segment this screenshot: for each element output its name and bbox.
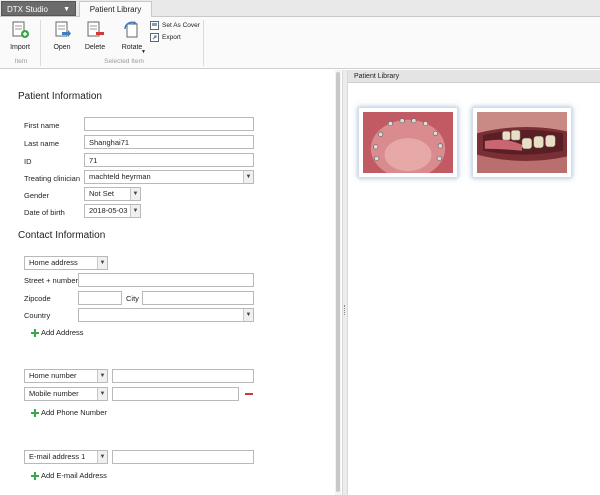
street-label: Street + number bbox=[24, 276, 78, 285]
city-field[interactable] bbox=[142, 291, 254, 305]
first-name-field[interactable] bbox=[84, 117, 254, 131]
set-as-cover-button[interactable]: Set As Cover bbox=[150, 20, 200, 31]
treating-clinician-value: machteld heyrman bbox=[89, 172, 151, 181]
ribbon-divider bbox=[203, 20, 204, 66]
country-select[interactable]: ▼ bbox=[78, 308, 254, 322]
gender-label: Gender bbox=[24, 191, 50, 200]
chevron-down-icon: ▼ bbox=[63, 6, 70, 13]
dental-photo-intraoral bbox=[477, 112, 567, 173]
delete-button[interactable]: Delete bbox=[83, 21, 107, 51]
chevron-down-icon: ▼ bbox=[130, 188, 140, 200]
rotate-button[interactable]: Rotate ▼ bbox=[117, 21, 147, 55]
import-label: Import bbox=[10, 44, 30, 51]
top-tab-bar: DTX Studio Implant ▼ Patient Library bbox=[0, 0, 600, 29]
plus-icon bbox=[31, 472, 39, 480]
open-label: Open bbox=[53, 44, 71, 51]
delete-icon bbox=[87, 21, 104, 37]
country-label: Country bbox=[24, 311, 51, 320]
email-type-select[interactable]: E-mail address 1 ▼ bbox=[24, 450, 108, 464]
add-phone-number-label: Add Phone Number bbox=[41, 408, 107, 417]
email-field[interactable] bbox=[112, 450, 254, 464]
library-thumbnail[interactable] bbox=[472, 107, 572, 178]
chevron-down-icon: ▼ bbox=[243, 171, 253, 183]
chevron-down-icon: ▼ bbox=[97, 388, 107, 400]
zipcode-field[interactable] bbox=[78, 291, 122, 305]
add-address-label: Add Address bbox=[41, 328, 84, 337]
group-label-selected-item: Selected Item bbox=[104, 58, 144, 65]
gender-value: Not Set bbox=[89, 189, 115, 198]
zipcode-label: Zipcode bbox=[24, 294, 51, 303]
export-icon bbox=[150, 33, 159, 42]
plus-icon bbox=[31, 409, 39, 417]
id-field[interactable] bbox=[84, 153, 254, 167]
rotate-icon bbox=[124, 21, 138, 38]
grip-icon bbox=[344, 305, 346, 315]
export-label: Export bbox=[162, 34, 181, 41]
cover-icon bbox=[150, 21, 159, 30]
library-thumbnail[interactable] bbox=[358, 107, 458, 178]
add-address-button[interactable]: Add Address bbox=[31, 328, 84, 338]
add-email-address-button[interactable]: Add E-mail Address bbox=[31, 471, 107, 481]
plus-icon bbox=[31, 329, 39, 337]
treating-clinician-select[interactable]: machteld heyrman ▼ bbox=[84, 170, 254, 184]
app-menu-button[interactable]: DTX Studio Implant ▼ bbox=[1, 1, 76, 29]
rotate-dropdown-icon[interactable]: ▼ bbox=[141, 49, 146, 55]
first-name-label: First name bbox=[24, 121, 60, 130]
home-number-field[interactable] bbox=[112, 369, 254, 383]
city-label: City bbox=[126, 294, 139, 303]
calendar-dropdown-icon: ▼ bbox=[130, 205, 140, 217]
phone-type-value-2: Mobile number bbox=[29, 389, 79, 398]
contact-information-heading: Contact Information bbox=[18, 230, 106, 241]
group-label-item: Item bbox=[14, 58, 28, 65]
import-icon bbox=[12, 21, 29, 38]
ribbon-divider bbox=[40, 20, 41, 66]
chevron-down-icon: ▼ bbox=[97, 257, 107, 269]
chevron-down-icon: ▼ bbox=[97, 370, 107, 382]
ribbon-toolbar: Import Item Open Delete Rotate ▼ Set As … bbox=[0, 17, 600, 69]
chevron-down-icon: ▼ bbox=[97, 451, 107, 463]
last-name-label: Last name bbox=[24, 139, 60, 148]
gender-select[interactable]: Not Set ▼ bbox=[84, 187, 141, 201]
delete-label: Delete bbox=[84, 44, 106, 51]
date-of-birth-picker[interactable]: 2018-05-03 ▼ bbox=[84, 204, 141, 218]
remove-phone-icon[interactable] bbox=[245, 393, 253, 395]
patient-information-heading: Patient Information bbox=[18, 91, 102, 102]
phone-type-select-2[interactable]: Mobile number ▼ bbox=[24, 387, 108, 401]
email-type-value: E-mail address 1 bbox=[29, 452, 86, 461]
chevron-down-icon: ▼ bbox=[243, 309, 253, 321]
id-label: ID bbox=[24, 157, 32, 166]
add-email-address-label: Add E-mail Address bbox=[41, 471, 107, 480]
treating-clinician-label: Treating clinician bbox=[24, 174, 80, 183]
export-button[interactable]: Export bbox=[150, 32, 181, 43]
set-as-cover-label: Set As Cover bbox=[162, 22, 200, 29]
open-icon bbox=[55, 21, 71, 37]
date-of-birth-value: 2018-05-03 bbox=[89, 206, 128, 215]
date-of-birth-label: Date of birth bbox=[24, 208, 65, 217]
patient-library-header: Patient Library bbox=[348, 70, 600, 83]
phone-type-select-1[interactable]: Home number ▼ bbox=[24, 369, 108, 383]
phone-type-value-1: Home number bbox=[29, 371, 77, 380]
address-type-select[interactable]: Home address ▼ bbox=[24, 256, 108, 270]
scrollbar-thumb[interactable] bbox=[336, 72, 340, 492]
address-type-value: Home address bbox=[29, 258, 78, 267]
street-field[interactable] bbox=[78, 273, 254, 287]
tab-patient-library[interactable]: Patient Library bbox=[79, 1, 152, 18]
import-button[interactable]: Import bbox=[8, 21, 32, 51]
dental-photo-upper-arch bbox=[363, 112, 453, 178]
open-button[interactable]: Open bbox=[50, 21, 74, 51]
add-phone-number-button[interactable]: Add Phone Number bbox=[31, 408, 107, 418]
last-name-field[interactable] bbox=[84, 135, 254, 149]
mobile-number-field[interactable] bbox=[112, 387, 239, 401]
